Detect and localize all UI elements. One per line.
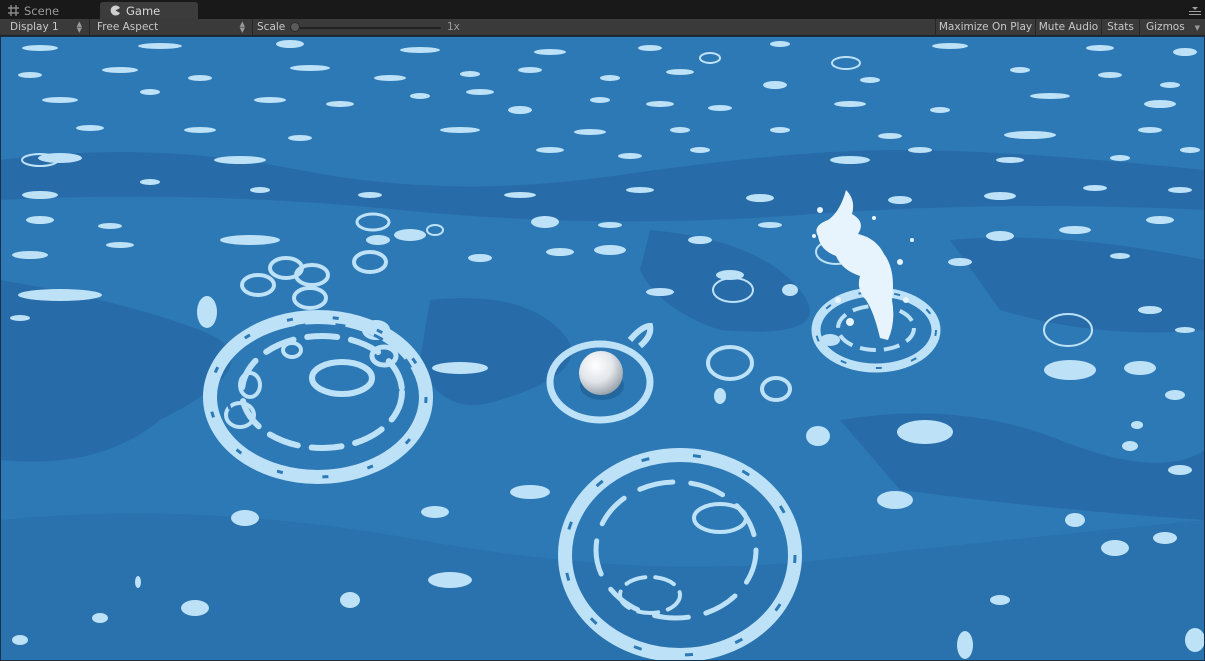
updown-arrow-icon: ▲ ▼ <box>239 20 245 34</box>
dropdown-arrow-icon: ▼ <box>1194 24 1200 32</box>
game-toolbar: Display 1 ▲ ▼ Free Aspect ▲ ▼ Scale 1x Max… <box>0 19 1205 36</box>
tab-menu-icon[interactable] <box>1189 6 1201 16</box>
mute-audio-button[interactable]: Mute Audio <box>1035 19 1101 35</box>
water-scene <box>0 36 1205 661</box>
stats-button[interactable]: Stats <box>1101 19 1139 35</box>
tab-scene[interactable]: Scene <box>0 2 98 19</box>
updown-arrow-icon: ▲ ▼ <box>76 20 82 34</box>
ball <box>579 351 623 395</box>
gizmos-dropdown[interactable]: Gizmos ▼ <box>1139 19 1205 35</box>
gizmos-label: Gizmos <box>1146 21 1185 33</box>
pacman-icon <box>110 5 120 16</box>
display-dropdown[interactable]: Display 1 ▲ ▼ <box>0 19 90 35</box>
aspect-dropdown[interactable]: Free Aspect ▲ ▼ <box>87 19 253 35</box>
maximize-on-play-button[interactable]: Maximize On Play <box>935 19 1035 35</box>
scale-label: Scale <box>257 21 286 33</box>
scale-slider-handle[interactable] <box>290 22 300 32</box>
scale-slider-track[interactable] <box>293 27 441 29</box>
tab-game-label: Game <box>126 3 161 18</box>
tab-scene-label: Scene <box>24 3 60 18</box>
game-viewport[interactable] <box>0 36 1205 661</box>
scale-value: 1x <box>447 21 460 33</box>
display-dropdown-value: Display 1 <box>10 21 59 33</box>
tab-game[interactable]: Game <box>100 2 198 19</box>
aspect-dropdown-value: Free Aspect <box>97 21 159 33</box>
grid-icon <box>8 5 19 16</box>
tab-bar: Scene Game <box>0 0 1205 19</box>
